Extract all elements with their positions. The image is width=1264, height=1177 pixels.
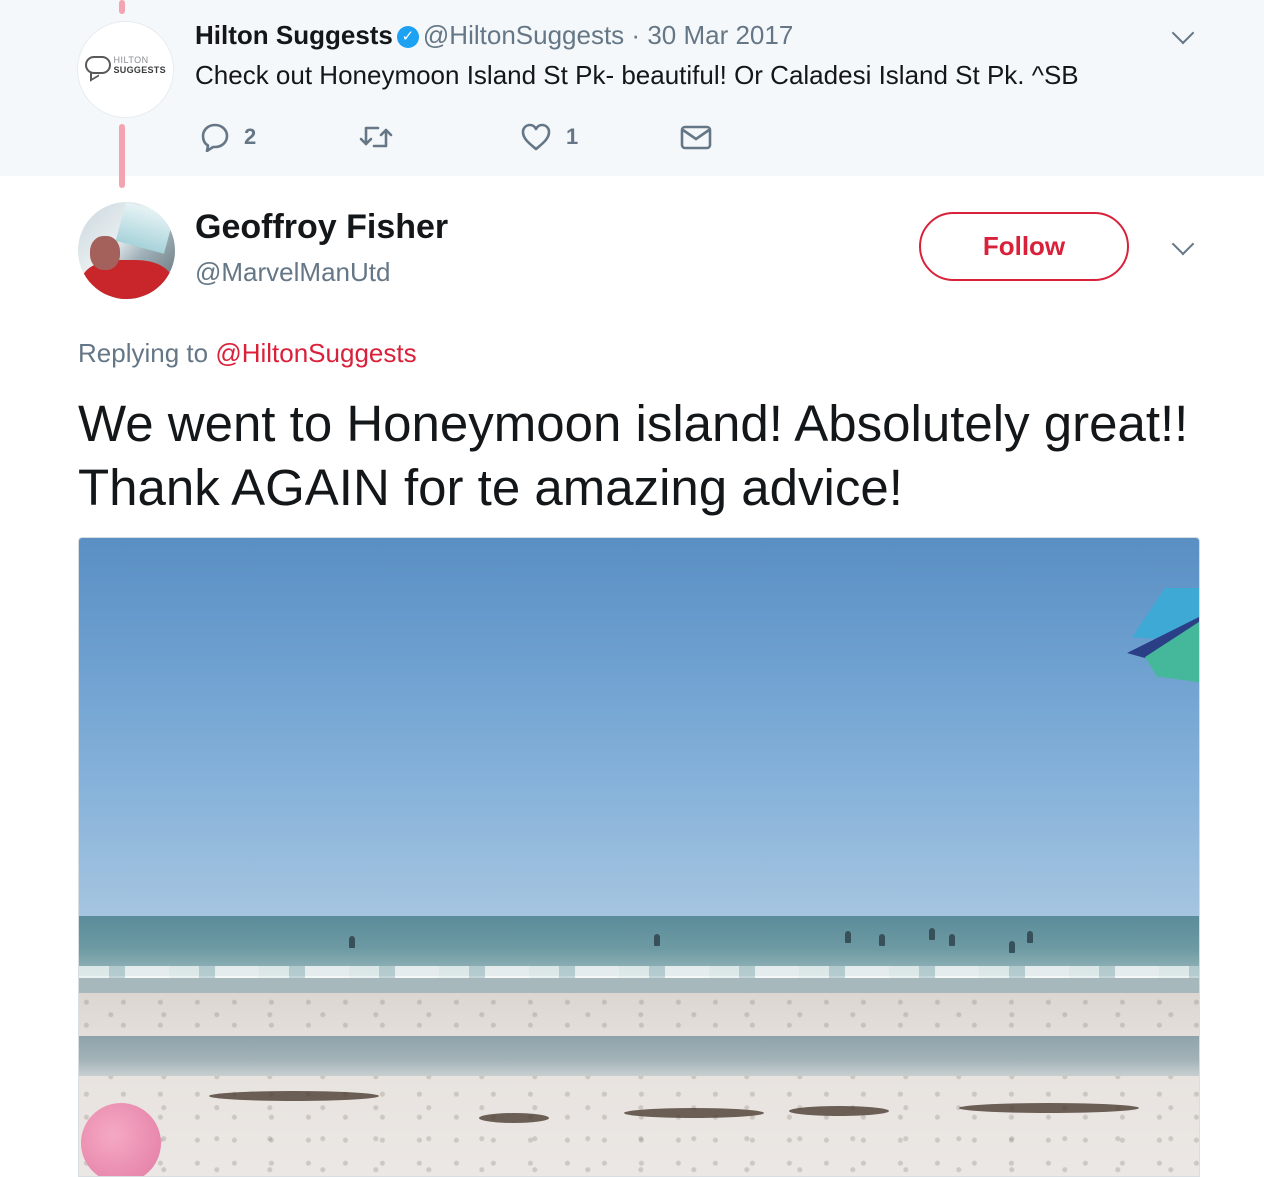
replying-to: Replying to @HiltonSuggests (78, 338, 417, 369)
photo-seaweed (209, 1091, 379, 1101)
chevron-down-icon[interactable] (1171, 232, 1195, 256)
photo-seaweed (789, 1106, 889, 1116)
photo-sand (79, 993, 1199, 1176)
thread-connector (119, 124, 125, 188)
parent-author-handle[interactable]: @HiltonSuggests (423, 20, 624, 50)
photo-swimmer (349, 936, 355, 948)
parent-tweet[interactable]: HILTON SUGGESTS Hilton Suggests ✓ @HiltonS… (0, 0, 1264, 176)
photo-swimmer (929, 928, 935, 940)
verified-badge-icon: ✓ (396, 26, 419, 48)
avatar-face (90, 236, 120, 270)
envelope-icon (680, 125, 712, 150)
parent-author-name[interactable]: Hilton Suggests (195, 20, 393, 50)
photo-swimmer (949, 934, 955, 946)
chat-bubble-icon (84, 55, 111, 74)
like-count: 1 (566, 124, 579, 149)
photo-swimmer (1009, 941, 1015, 953)
like-button[interactable]: 1 (520, 122, 578, 152)
photo-swimmer (1027, 931, 1033, 943)
logo-text-bottom: SUGGESTS (113, 64, 166, 75)
photo-tide-pool (79, 1036, 1199, 1076)
parent-tweet-date[interactable]: 30 Mar 2017 (647, 20, 793, 50)
photo-seaweed (624, 1108, 764, 1118)
photo-swimmer (845, 931, 851, 943)
reply-button[interactable]: 2 (200, 122, 256, 152)
avatar-background (115, 202, 175, 254)
retweet-icon (359, 126, 393, 148)
parent-tweet-header: Hilton Suggests ✓ @HiltonSuggests · 30 Mar… (195, 20, 793, 51)
reply-count: 2 (244, 124, 257, 149)
thread-connector-top (119, 0, 125, 14)
photo-sky (79, 538, 1199, 918)
main-tweet-text: We went to Honeymoon island! Absolutely … (78, 395, 1189, 516)
direct-message-button[interactable] (680, 122, 712, 152)
parent-tweet-text: Check out Honeymoon Island St Pk- beauti… (195, 60, 1079, 90)
chevron-down-icon[interactable] (1171, 21, 1195, 45)
replying-to-handle-link[interactable]: @HiltonSuggests (215, 338, 416, 368)
photo-swimmer (654, 934, 660, 946)
follow-button[interactable]: Follow (919, 212, 1129, 281)
hilton-suggests-avatar[interactable]: HILTON SUGGESTS (78, 22, 173, 117)
geoffroy-fisher-avatar[interactable] (78, 202, 175, 299)
header-separator: · (631, 20, 641, 50)
reply-icon (201, 123, 229, 152)
photo-pink-bucket (81, 1103, 161, 1176)
tweet-photo-beach[interactable] (78, 537, 1200, 1177)
photo-swimmer (879, 934, 885, 946)
heart-icon (521, 123, 551, 151)
hilton-suggests-logo: HILTON SUGGESTS (81, 50, 171, 90)
main-author-name[interactable]: Geoffroy Fisher (195, 208, 448, 247)
replying-prefix: Replying to (78, 338, 209, 368)
photo-seaweed (959, 1103, 1139, 1113)
main-author-handle[interactable]: @MarvelManUtd (195, 257, 390, 288)
photo-seaweed (479, 1113, 549, 1123)
logo-text-top: HILTON (113, 54, 149, 65)
retweet-button[interactable] (358, 122, 408, 152)
